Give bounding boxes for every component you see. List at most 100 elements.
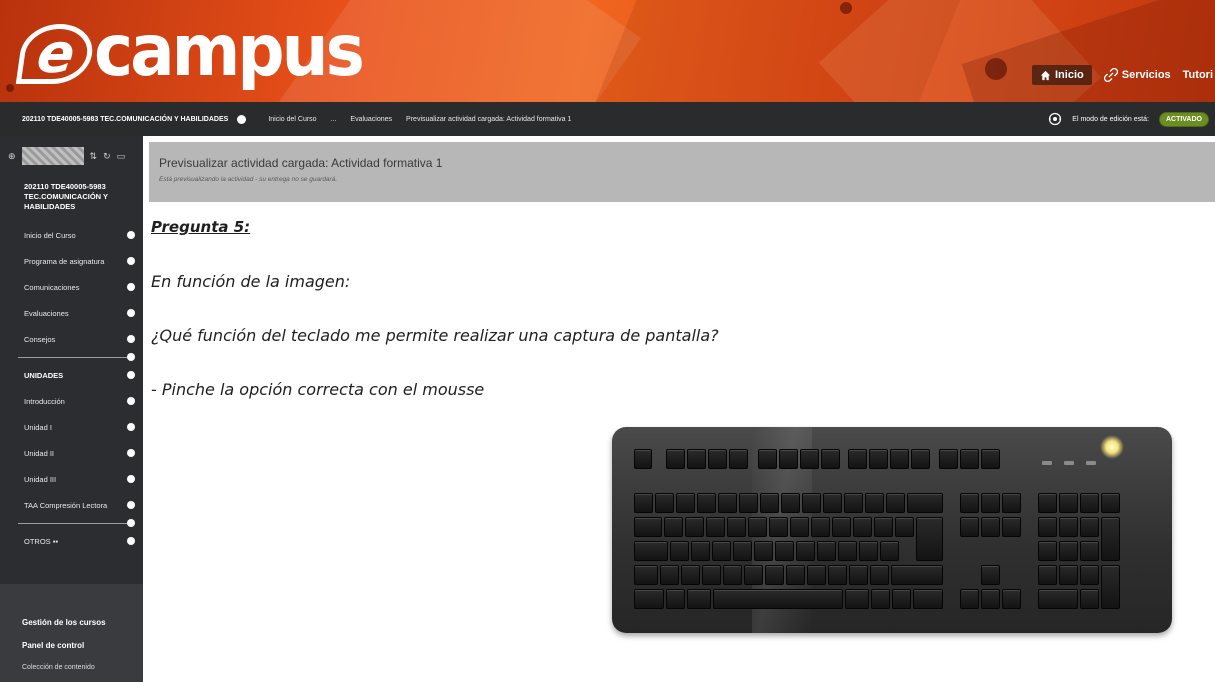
item-options-icon[interactable] [127,257,135,265]
keyboard-key[interactable] [664,517,683,537]
keyboard-key[interactable] [723,565,742,585]
keyboard-key[interactable] [687,589,711,609]
keyboard-key[interactable] [779,449,798,469]
keyboard-key[interactable] [758,449,777,469]
keyboard-key[interactable] [981,517,1000,537]
item-options-icon[interactable] [127,231,135,239]
keyboard-key[interactable] [960,589,979,609]
keyboard-key[interactable] [960,449,979,469]
control-panel-link[interactable]: Panel de control [22,641,143,650]
keyboard-key[interactable] [1002,517,1021,537]
course-title[interactable]: 202110 TDE40005-5983 TEC.COMUNICACIÓN Y … [22,116,228,123]
window-icon[interactable]: ▭ [117,151,126,162]
item-options-icon[interactable] [127,449,135,457]
keyboard-key[interactable] [849,565,868,585]
keyboard-key[interactable] [687,449,706,469]
keyboard-key[interactable] [1038,589,1078,609]
keyboard-key[interactable] [865,493,884,513]
sidebar-item-inicio-del-curso[interactable]: Inicio del Curso [0,222,143,248]
keyboard-key[interactable] [911,449,930,469]
keyboard-key[interactable] [634,517,662,537]
keyboard-key[interactable] [907,493,943,513]
keyboard-key[interactable] [886,493,905,513]
item-options-icon[interactable] [127,283,135,291]
keyboard-key[interactable] [853,517,872,537]
divider-options-icon[interactable] [127,519,135,527]
keyboard-key[interactable] [981,589,1000,609]
keyboard-key[interactable] [1002,589,1021,609]
keyboard-key[interactable] [1002,493,1021,513]
item-options-icon[interactable] [127,309,135,317]
keyboard-key[interactable] [754,541,773,561]
keyboard-key[interactable] [1059,565,1078,585]
sidebar-course-name[interactable]: 202110 TDE40005-5983 TEC.COMUNICACIÓN Y … [0,176,120,212]
keyboard-key[interactable] [892,589,911,609]
sidebar-item-unidad-ii[interactable]: Unidad II [0,440,143,466]
keyboard-key[interactable] [981,565,1000,585]
keyboard-key[interactable] [828,565,847,585]
sidebar-item-evaluaciones[interactable]: Evaluaciones [0,300,143,326]
item-options-icon[interactable] [127,335,135,343]
keyboard-key[interactable] [891,565,943,585]
keyboard-key[interactable] [848,449,867,469]
keyboard-key[interactable] [702,565,721,585]
sidebar-item-introduccion[interactable]: Introducción [0,388,143,414]
keyboard-key[interactable] [811,517,830,537]
keyboard-key[interactable] [916,517,943,561]
keyboard-key[interactable] [1080,589,1099,609]
refresh-icon[interactable]: ↻ [103,151,111,162]
keyboard-key[interactable] [1038,517,1057,537]
keyboard-key[interactable] [960,517,979,537]
item-options-icon[interactable] [127,397,135,405]
keyboard-key[interactable] [913,589,943,609]
keyboard-key[interactable] [697,493,716,513]
keyboard-key[interactable] [1080,541,1099,561]
keyboard-key[interactable] [960,493,979,513]
sidebar-item-consejos[interactable]: Consejos [0,326,143,352]
keyboard-key[interactable] [1101,493,1120,513]
keyboard-key[interactable] [1059,493,1078,513]
keyboard-key[interactable] [706,517,725,537]
keyboard-key[interactable] [666,589,685,609]
keyboard-key[interactable] [821,449,840,469]
keyboard-key[interactable] [733,541,752,561]
keyboard-key[interactable] [655,493,674,513]
keyboard-key[interactable] [1059,517,1078,537]
sidebar-item-taa[interactable]: TAA Compresión Lectora [0,492,143,518]
keyboard-key[interactable] [870,565,889,585]
keyboard-key[interactable] [823,493,842,513]
item-options-icon[interactable] [127,371,135,379]
keyboard-key[interactable] [1101,517,1120,561]
sidebar-item-otros[interactable]: OTROS ▪▪ [0,528,143,554]
sort-icon[interactable]: ⇅ [90,151,98,162]
keyboard-key[interactable] [981,493,1000,513]
sidebar-item-unidad-i[interactable]: Unidad I [0,414,143,440]
keyboard-key[interactable] [670,541,689,561]
breadcrumb-ellipsis[interactable]: ... [331,116,337,123]
keyboard-key[interactable] [1101,565,1120,609]
keyboard-key[interactable] [895,517,914,537]
item-options-icon[interactable] [127,423,135,431]
keyboard-key[interactable] [845,589,869,609]
sidebar-item-unidad-iii[interactable]: Unidad III [0,466,143,492]
nav-servicios[interactable]: Servicios [1103,68,1171,82]
keyboard-key[interactable] [832,517,851,537]
keyboard-key[interactable] [685,517,704,537]
student-preview-icon[interactable] [1048,112,1062,126]
keyboard-key[interactable] [890,449,909,469]
keyboard-key[interactable] [817,541,836,561]
keyboard-key[interactable] [871,589,890,609]
keyboard-key[interactable] [748,517,767,537]
keyboard-key[interactable] [713,589,843,609]
divider-options-icon[interactable] [127,353,135,361]
edit-mode-toggle[interactable]: ACTIVADO [1158,111,1209,127]
keyboard-key[interactable] [634,565,658,585]
course-menu-icon[interactable] [237,114,247,124]
item-options-icon[interactable] [127,475,135,483]
sidebar-heading-unidades[interactable]: UNIDADES [0,362,143,388]
keyboard-key[interactable] [775,541,794,561]
keyboard-key[interactable] [859,541,878,561]
keyboard-key[interactable] [790,517,809,537]
keyboard-key[interactable] [712,541,731,561]
item-options-icon[interactable] [127,537,135,545]
